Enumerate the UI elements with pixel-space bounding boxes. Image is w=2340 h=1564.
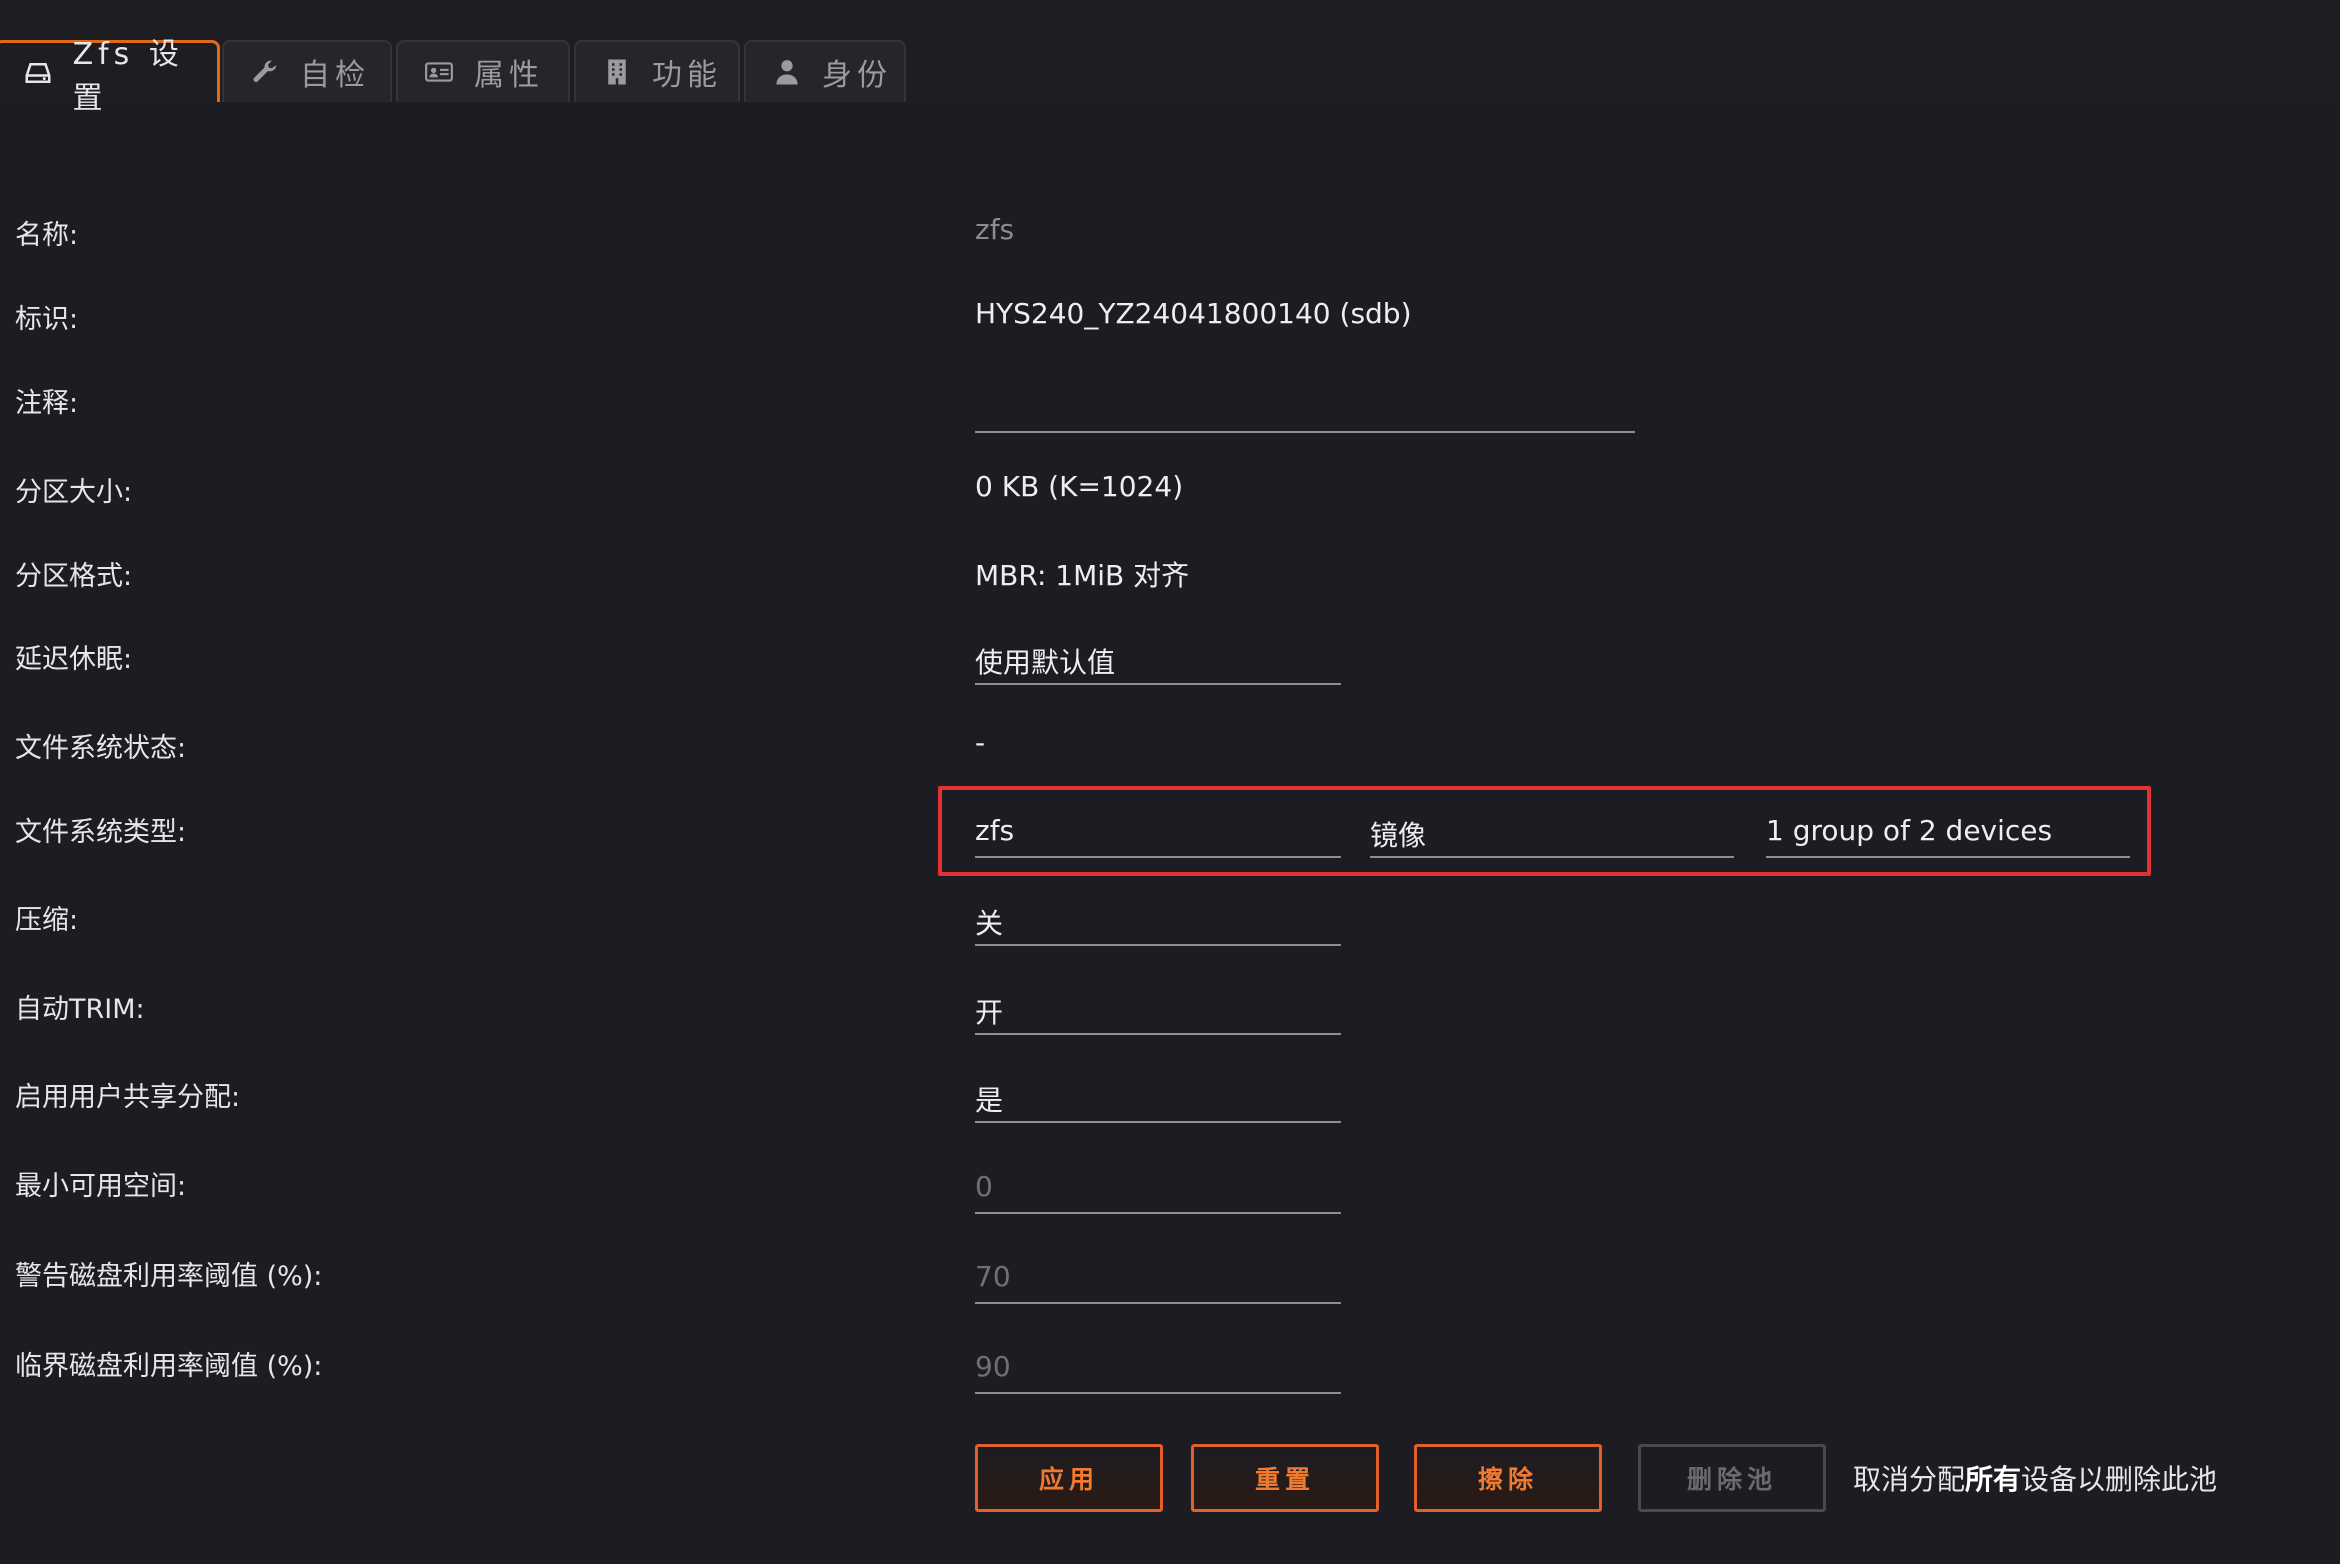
fs-groups-select[interactable]: 1 group of 2 devices	[1766, 808, 2130, 858]
reset-button[interactable]: 重置	[1191, 1444, 1379, 1512]
tab-bar: Zfs 设置 自检 属性 功能 身份	[0, 0, 2340, 116]
partition-format-label: 分区格式:	[15, 561, 133, 592]
warning-threshold-input[interactable]: 70	[975, 1254, 1341, 1304]
fs-type-select[interactable]: zfs	[975, 808, 1341, 858]
user-share-select[interactable]: 是	[975, 1073, 1341, 1123]
tab-attributes[interactable]: 属性	[396, 40, 570, 102]
autotrim-label: 自动TRIM:	[15, 994, 145, 1025]
fs-type-label: 文件系统类型:	[15, 817, 187, 848]
spin-down-label: 延迟休眠:	[15, 644, 133, 675]
comment-input[interactable]	[975, 383, 1635, 433]
fs-profile-select[interactable]: 镜像	[1370, 808, 1734, 858]
name-value: zfs	[975, 213, 1015, 246]
partition-size-value: 0 KB (K=1024)	[975, 470, 1184, 503]
user-share-label: 启用用户共享分配:	[15, 1082, 241, 1113]
autotrim-select[interactable]: 开	[975, 985, 1341, 1035]
min-free-input[interactable]: 0	[975, 1164, 1341, 1214]
tab-identity[interactable]: 身份	[744, 40, 906, 102]
tab-zfs-settings[interactable]: Zfs 设置	[0, 37, 220, 116]
warning-threshold-label: 警告磁盘利用率阈值 (%):	[15, 1261, 323, 1292]
user-icon	[770, 55, 804, 89]
fs-status-value: -	[975, 726, 986, 759]
fs-status-label: 文件系统状态:	[15, 733, 187, 764]
partition-size-label: 分区大小:	[15, 477, 133, 508]
compression-label: 压缩:	[15, 905, 79, 936]
wrench-icon	[248, 55, 282, 89]
partition-format-value: MBR: 1MiB 对齐	[975, 559, 1190, 592]
id-card-icon	[422, 55, 456, 89]
critical-threshold-label: 临界磁盘利用率阈值 (%):	[15, 1351, 323, 1382]
comment-label: 注释:	[15, 388, 79, 419]
tab-self-test[interactable]: 自检	[222, 40, 392, 102]
tab-features[interactable]: 功能	[574, 40, 740, 102]
identifier-value: HYS240_YZ24041800140 (sdb)	[975, 297, 1412, 330]
tab-label: Zfs 设置	[72, 36, 184, 116]
tab-label: 功能	[652, 58, 722, 93]
drive-icon	[21, 56, 55, 90]
delete-pool-button[interactable]: 删除池	[1638, 1444, 1826, 1512]
critical-threshold-input[interactable]: 90	[975, 1344, 1341, 1394]
spin-down-select[interactable]: 使用默认值	[975, 635, 1341, 685]
name-label: 名称:	[15, 220, 79, 251]
identifier-label: 标识:	[15, 304, 79, 335]
building-icon	[600, 55, 634, 89]
delete-pool-note: 取消分配所有设备以删除此池	[1853, 1463, 2218, 1496]
compression-select[interactable]: 关	[975, 896, 1341, 946]
min-free-label: 最小可用空间:	[15, 1171, 187, 1202]
apply-button[interactable]: 应用	[975, 1444, 1163, 1512]
tab-label: 属性	[474, 58, 544, 93]
tab-label: 自检	[300, 58, 370, 93]
erase-button[interactable]: 擦除	[1414, 1444, 1602, 1512]
tab-label: 身份	[822, 58, 892, 93]
